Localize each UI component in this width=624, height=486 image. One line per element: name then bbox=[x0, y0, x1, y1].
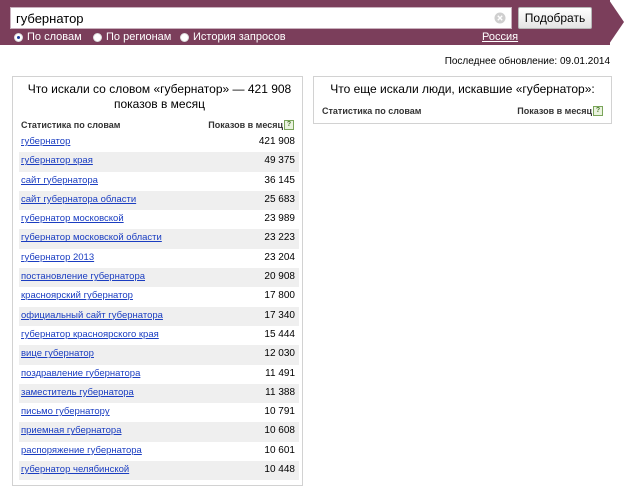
impressions-count: 23 989 bbox=[264, 213, 295, 225]
submit-button[interactable]: Подобрать bbox=[518, 7, 592, 29]
word-stats-title: Что искали со словом «губернатор» — 421 … bbox=[27, 82, 292, 111]
table-row: губернатор 2013 23 204 bbox=[19, 249, 299, 268]
phrase-link[interactable]: письмо губернатору bbox=[21, 406, 110, 417]
impressions-count: 49 375 bbox=[264, 155, 295, 167]
table-row: поздравление губернатора 11 491 bbox=[19, 365, 299, 384]
impressions-count: 11 388 bbox=[265, 386, 295, 398]
phrase-link[interactable]: официальный сайт губернатора bbox=[21, 310, 163, 321]
phrase-link[interactable]: приемная губернатора bbox=[21, 425, 122, 436]
impressions-count: 12 030 bbox=[264, 348, 295, 360]
table-row: губернатор 421 908 bbox=[19, 133, 299, 152]
impressions-count: 25 683 bbox=[264, 193, 295, 205]
impressions-count: 17 340 bbox=[264, 309, 295, 321]
phrase-link[interactable]: губернатор красноярского края bbox=[21, 329, 159, 340]
table-row: губернатор красноярского края 15 444 bbox=[19, 326, 299, 345]
impressions-count: 23 204 bbox=[264, 251, 295, 263]
phrase-link[interactable]: губернатор bbox=[21, 136, 70, 147]
phrase-link[interactable]: губернатор края bbox=[21, 155, 93, 166]
radio-by-regions-label: По регионам bbox=[106, 31, 172, 43]
search-input[interactable] bbox=[11, 8, 491, 28]
impressions-count: 421 908 bbox=[258, 136, 295, 147]
header-arrow-decoration bbox=[609, 0, 624, 44]
phrase-link[interactable]: губернатор 2013 bbox=[21, 252, 94, 263]
table-row: губернатор московской области 23 223 bbox=[19, 229, 299, 249]
phrase-link[interactable]: губернатор московской области bbox=[21, 232, 162, 243]
table-row: приемная губернатора 10 608 bbox=[19, 422, 299, 442]
impressions-count: 15 444 bbox=[264, 328, 295, 340]
column-header-count-label: Показов в месяц bbox=[208, 120, 283, 130]
phrase-link[interactable]: губернатор московской bbox=[21, 213, 124, 224]
column-header-phrase: Статистика по словам bbox=[21, 120, 121, 130]
column-header-count-label: Показов в месяц bbox=[517, 106, 592, 116]
impressions-count: 10 601 bbox=[264, 444, 295, 456]
last-update-text: Последнее обновление: 09.01.2014 bbox=[444, 56, 610, 67]
table-row: письмо губернатору 10 791 bbox=[19, 403, 299, 422]
column-header-phrase: Статистика по словам bbox=[322, 106, 422, 116]
impressions-count: 36 145 bbox=[264, 174, 295, 186]
phrase-link[interactable]: заместитель губернатора bbox=[21, 387, 134, 398]
table-row: губернатор края 49 375 bbox=[19, 152, 299, 172]
word-stats-list: губернатор 421 908 губернатор края 49 375 са… bbox=[19, 133, 299, 481]
table-row: губернатор челябинской 10 448 bbox=[19, 461, 299, 481]
radio-by-words[interactable]: По словам bbox=[14, 31, 82, 43]
help-icon[interactable]: ? bbox=[284, 120, 294, 130]
phrase-link[interactable]: красноярский губернатор bbox=[21, 290, 133, 301]
table-row: красноярский губернатор 17 800 bbox=[19, 287, 299, 306]
table-row: заместитель губернатора 11 388 bbox=[19, 383, 299, 404]
radio-unchecked-icon[interactable] bbox=[180, 32, 189, 42]
radio-unchecked-icon[interactable] bbox=[93, 32, 102, 42]
table-row: губернатор московской 23 989 bbox=[19, 210, 299, 229]
radio-history[interactable]: История запросов bbox=[180, 31, 286, 43]
phrase-link[interactable]: вице губернатор bbox=[21, 348, 94, 359]
table-row: распоряжение губернатора 10 601 bbox=[19, 442, 299, 461]
search-box[interactable] bbox=[10, 7, 512, 29]
radio-by-regions[interactable]: По регионам bbox=[93, 31, 171, 43]
phrase-link[interactable]: распоряжение губернатора bbox=[21, 445, 142, 456]
column-header-count: Показов в месяц? bbox=[208, 120, 294, 130]
table-row: сайт губернатора 36 145 bbox=[19, 172, 299, 191]
clear-icon[interactable] bbox=[494, 12, 506, 24]
column-header-count: Показов в месяц? bbox=[517, 106, 603, 116]
phrase-link[interactable]: постановление губернатора bbox=[21, 271, 145, 282]
radio-checked-icon[interactable] bbox=[14, 32, 23, 42]
related-queries-title: Что еще искали люди, искавшие «губернато… bbox=[330, 82, 595, 96]
phrase-link[interactable]: поздравление губернатора bbox=[21, 368, 140, 379]
phrase-link[interactable]: сайт губернатора области bbox=[21, 194, 136, 205]
radio-history-label: История запросов bbox=[193, 31, 286, 43]
table-row: сайт губернатора области 25 683 bbox=[19, 190, 299, 211]
phrase-link[interactable]: сайт губернатора bbox=[21, 175, 98, 186]
impressions-count: 10 608 bbox=[264, 425, 295, 437]
impressions-count: 10 448 bbox=[264, 464, 295, 476]
impressions-count: 20 908 bbox=[264, 271, 295, 283]
table-row: вице губернатор 12 030 bbox=[19, 345, 299, 365]
help-icon[interactable]: ? bbox=[593, 106, 603, 116]
related-queries-panel: Что еще искали люди, искавшие «губернато… bbox=[313, 76, 612, 124]
word-stats-panel: Что искали со словом «губернатор» — 421 … bbox=[12, 76, 303, 486]
radio-by-words-label: По словам bbox=[27, 31, 82, 43]
phrase-link[interactable]: губернатор челябинской bbox=[21, 464, 129, 475]
table-row: постановление губернатора 20 908 bbox=[19, 268, 299, 288]
impressions-count: 11 491 bbox=[265, 367, 295, 379]
impressions-count: 10 791 bbox=[264, 406, 295, 418]
table-row: официальный сайт губернатора 17 340 bbox=[19, 306, 299, 326]
impressions-count: 17 800 bbox=[264, 290, 295, 302]
region-link[interactable]: Россия bbox=[482, 31, 518, 43]
impressions-count: 23 223 bbox=[264, 232, 295, 244]
